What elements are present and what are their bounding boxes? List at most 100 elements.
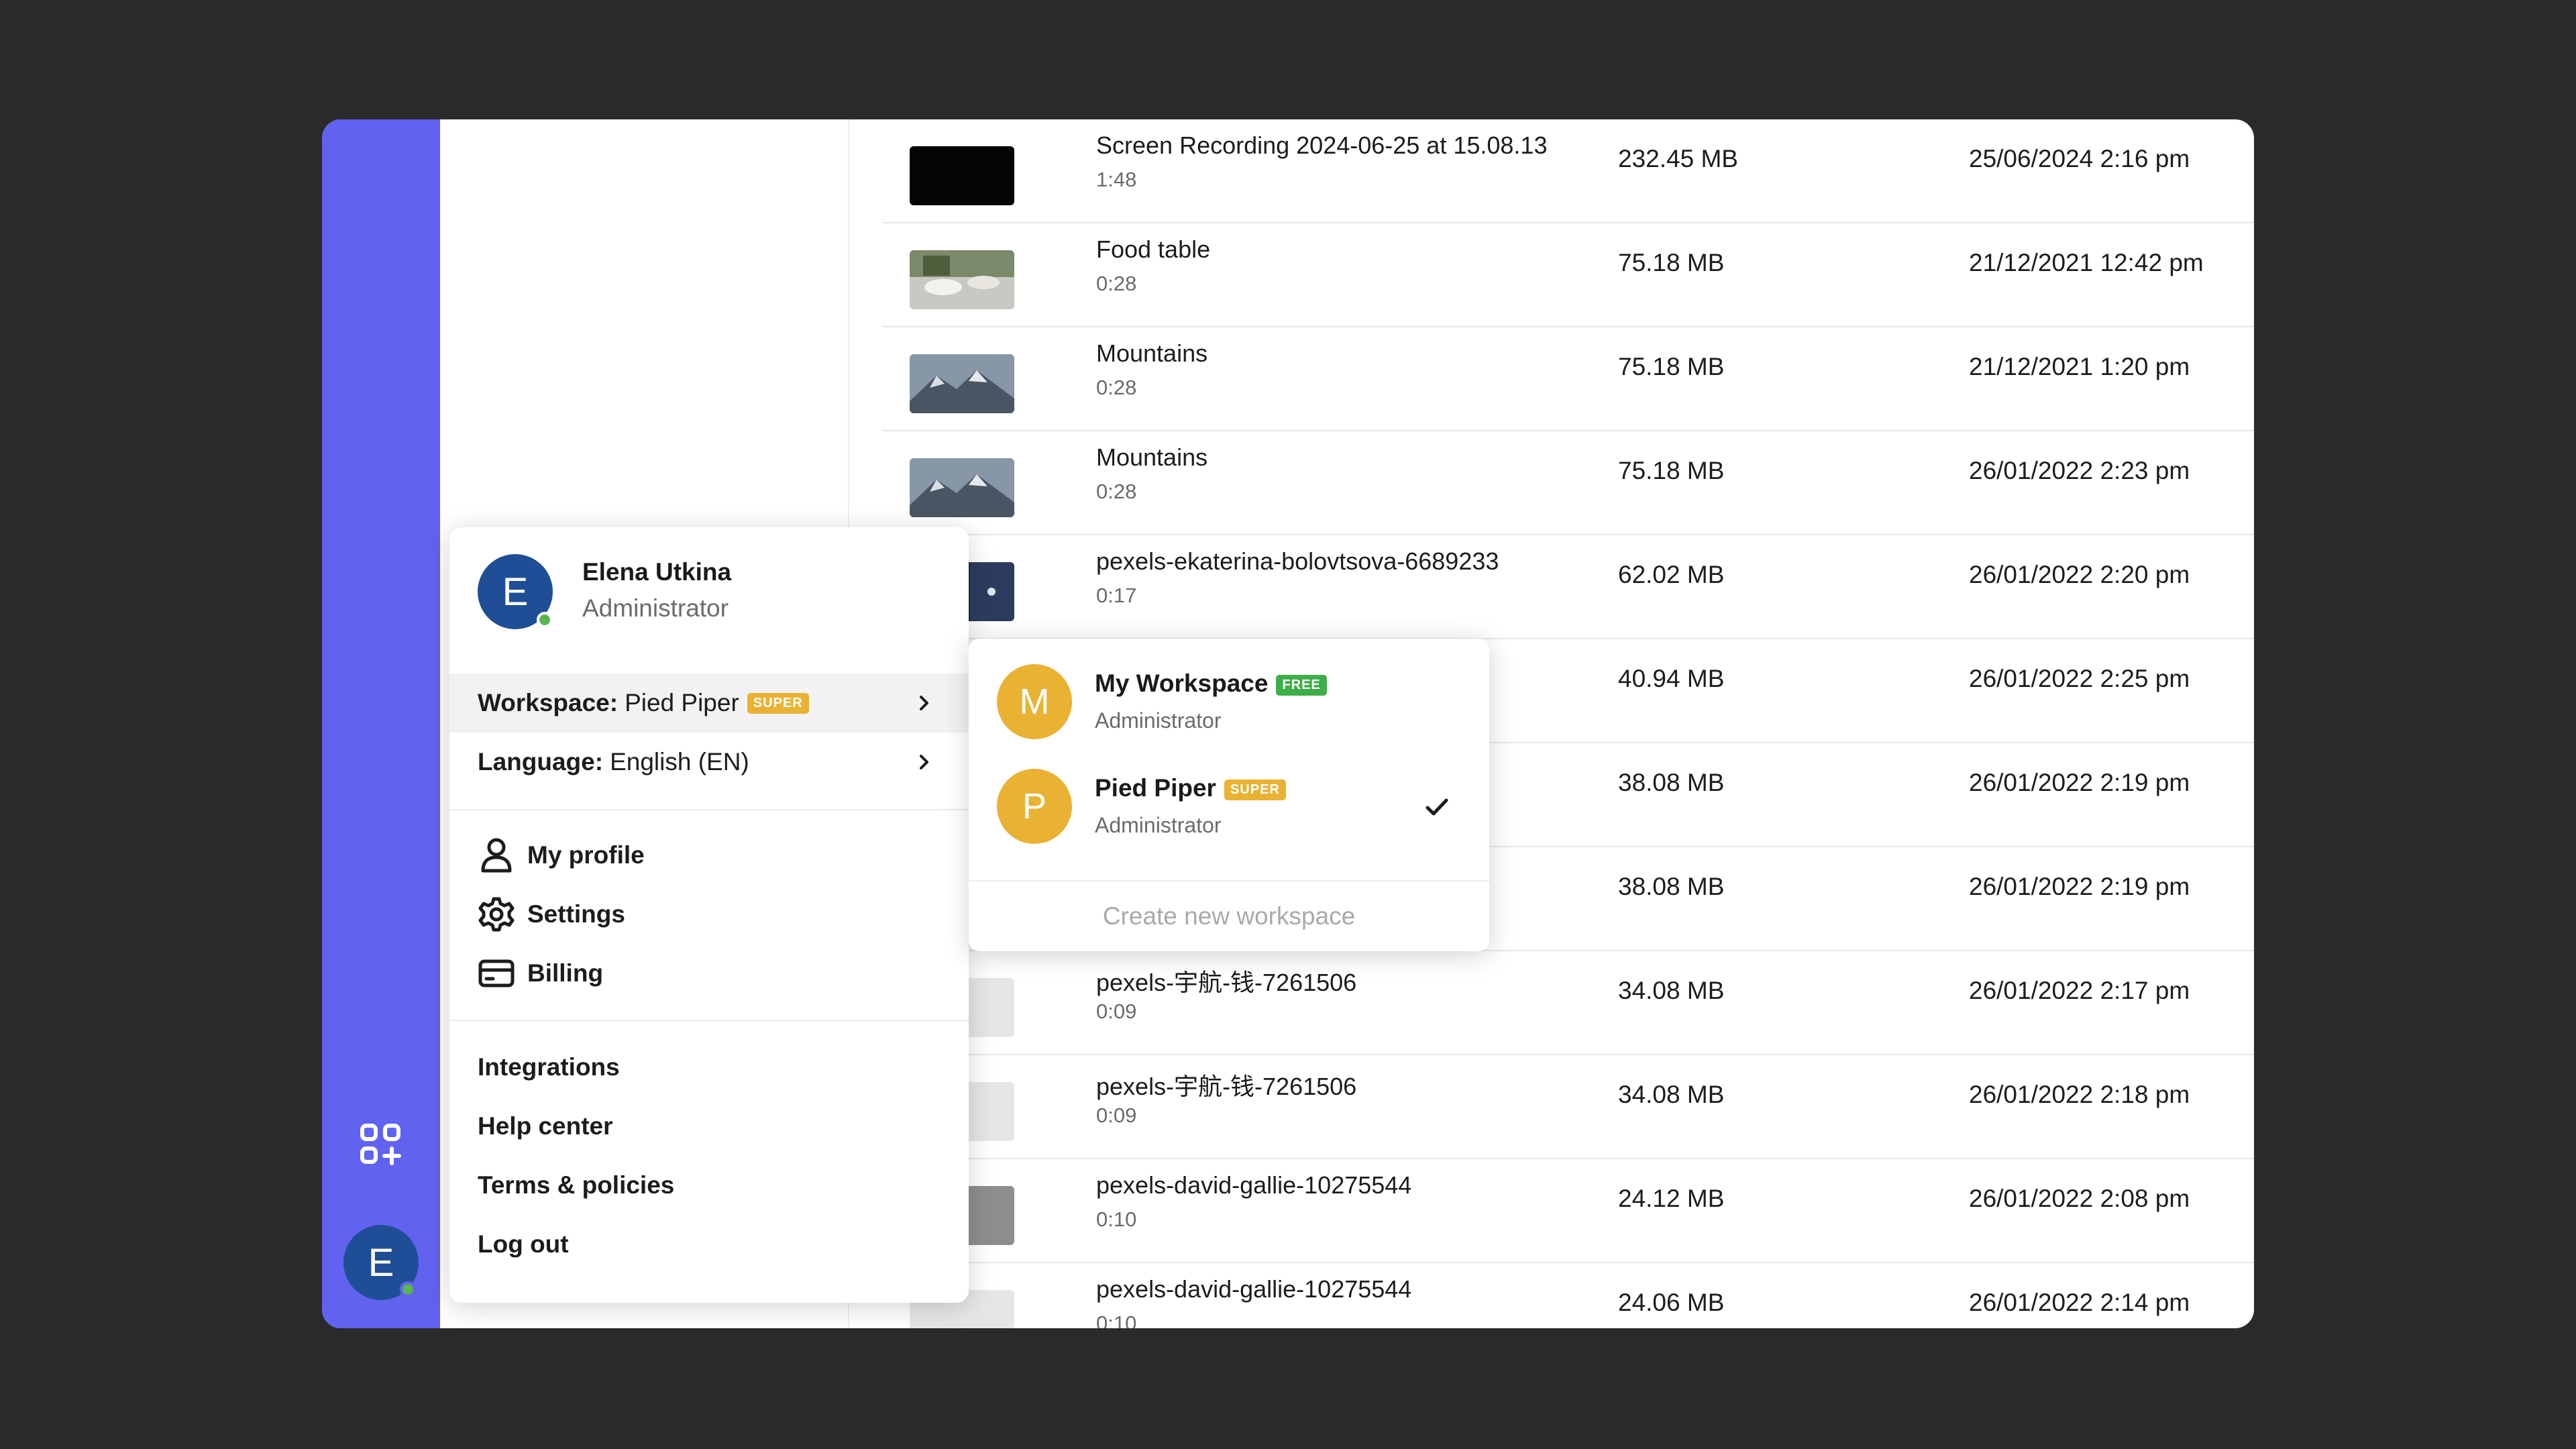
file-row[interactable]: pexels-ekaterina-bolovtsova-6689233 0:17 6… bbox=[883, 535, 2254, 639]
workspace-option[interactable]: P Pied Piper SUPER Administrator bbox=[969, 743, 1489, 848]
file-row[interactable]: Mountains 0:28 75.18 MB 21/12/2021 1:20 pm bbox=[883, 327, 2254, 431]
file-size: 40.94 MB bbox=[1618, 665, 1725, 692]
workspace-avatar: P bbox=[997, 769, 1072, 844]
file-size: 24.12 MB bbox=[1618, 1185, 1725, 1212]
file-date: 26/01/2022 2:14 pm bbox=[1969, 1289, 2190, 1316]
file-size: 34.08 MB bbox=[1618, 1081, 1725, 1108]
file-row[interactable]: pexels-david-gallie-10275544 0:10 24.06 MB… bbox=[883, 1263, 2254, 1328]
workspace-plan-badge: FREE bbox=[1276, 674, 1327, 696]
settings-label: Settings bbox=[527, 900, 625, 928]
file-row[interactable]: pexels-david-gallie-10275544 0:10 24.12 MB… bbox=[883, 1159, 2254, 1263]
file-name: pexels-david-gallie-10275544 bbox=[1096, 1171, 1412, 1199]
video-thumbnail bbox=[910, 250, 1014, 309]
menu-item-integrations[interactable]: Integrations bbox=[478, 1044, 620, 1091]
file-name: pexels-宇航-钱-7261506 bbox=[1096, 1073, 1357, 1100]
file-duration: 0:28 bbox=[1096, 272, 1137, 295]
language-value: English (EN) bbox=[610, 748, 749, 775]
menu-item-my-profile[interactable]: My profile bbox=[478, 832, 645, 879]
language-label: Language: bbox=[478, 748, 604, 775]
file-name: pexels-ekaterina-bolovtsova-6689233 bbox=[1096, 547, 1499, 575]
file-date: 26/01/2022 2:17 pm bbox=[1969, 977, 2190, 1004]
file-size: 38.08 MB bbox=[1618, 769, 1725, 796]
workspace-value: Pied Piper bbox=[625, 689, 739, 716]
checkmark-icon bbox=[1426, 798, 1448, 816]
user-icon bbox=[478, 837, 515, 874]
file-name: Mountains bbox=[1096, 339, 1208, 367]
left-rail: E bbox=[322, 119, 440, 1328]
workspace-name: Pied Piper SUPER bbox=[1095, 774, 1286, 802]
file-name: pexels-david-gallie-10275544 bbox=[1096, 1275, 1412, 1303]
workspace-option[interactable]: M My Workspace FREE Administrator bbox=[969, 639, 1489, 743]
file-date: 26/01/2022 2:18 pm bbox=[1969, 1081, 2190, 1108]
file-row[interactable]: Mountains 0:28 75.18 MB 26/01/2022 2:23 pm bbox=[883, 431, 2254, 535]
online-status-dot bbox=[537, 612, 553, 628]
menu-item-terms[interactable]: Terms & policies bbox=[478, 1162, 674, 1209]
file-date: 26/01/2022 2:20 pm bbox=[1969, 561, 2190, 588]
my-profile-label: My profile bbox=[527, 841, 645, 869]
gear-icon bbox=[478, 896, 515, 933]
create-workspace-button[interactable]: Create new workspace bbox=[969, 880, 1489, 951]
workspace-name-text: My Workspace bbox=[1095, 669, 1269, 697]
file-date: 26/01/2022 2:23 pm bbox=[1969, 457, 2190, 484]
user-role: Administrator bbox=[582, 594, 729, 622]
file-name: Mountains bbox=[1096, 443, 1208, 471]
workspace-plan-badge: SUPER bbox=[1224, 779, 1286, 800]
menu-item-help-center[interactable]: Help center bbox=[478, 1103, 613, 1150]
menu-item-logout[interactable]: Log out bbox=[478, 1221, 569, 1268]
user-menu: E Elena Utkina Administrator Workspace: … bbox=[449, 527, 969, 1303]
file-duration: 1:48 bbox=[1096, 168, 1137, 191]
file-name: Food table bbox=[1096, 235, 1211, 263]
file-date: 25/06/2024 2:16 pm bbox=[1969, 145, 2190, 172]
file-date: 21/12/2021 12:42 pm bbox=[1969, 249, 2204, 276]
chevron-right-icon bbox=[920, 755, 928, 769]
video-thumbnail bbox=[910, 458, 1014, 517]
workspace-name: My Workspace FREE bbox=[1095, 669, 1327, 698]
menu-user-avatar: E bbox=[478, 554, 553, 629]
avatar-initial: E bbox=[368, 1240, 394, 1285]
file-row[interactable]: pexels-宇航-钱-7261506 0:09 34.08 MB 26/01/202… bbox=[883, 1055, 2254, 1159]
file-date: 21/12/2021 1:20 pm bbox=[1969, 353, 2190, 380]
file-duration: 0:09 bbox=[1096, 1000, 1137, 1023]
file-size: 75.18 MB bbox=[1618, 457, 1725, 484]
file-name: pexels-宇航-钱-7261506 bbox=[1096, 969, 1357, 996]
menu-item-billing[interactable]: Billing bbox=[478, 950, 603, 997]
menu-divider bbox=[449, 809, 969, 810]
file-size: 34.08 MB bbox=[1618, 977, 1725, 1004]
user-name: Elena Utkina bbox=[582, 558, 732, 586]
file-duration: 0:10 bbox=[1096, 1208, 1137, 1231]
menu-avatar-initial: E bbox=[502, 570, 529, 614]
user-avatar[interactable]: E bbox=[343, 1225, 419, 1300]
file-name: Screen Recording 2024-06-25 at 15.08.13 bbox=[1096, 131, 1548, 159]
file-date: 26/01/2022 2:08 pm bbox=[1969, 1185, 2190, 1212]
file-duration: 0:10 bbox=[1096, 1311, 1137, 1328]
menu-divider bbox=[449, 1020, 969, 1021]
language-selector[interactable]: Language: English (EN) bbox=[449, 733, 969, 792]
file-row[interactable]: pexels-宇航-钱-7261506 0:09 34.08 MB 26/01/202… bbox=[883, 951, 2254, 1055]
file-size: 38.08 MB bbox=[1618, 873, 1725, 900]
workspace-role: Administrator bbox=[1095, 708, 1222, 733]
menu-item-settings[interactable]: Settings bbox=[478, 891, 625, 938]
file-date: 26/01/2022 2:25 pm bbox=[1969, 665, 2190, 692]
workspace-selector[interactable]: Workspace: Pied Piper SUPER bbox=[449, 674, 969, 733]
file-row[interactable]: Screen Recording 2024-06-25 at 15.08.13 1… bbox=[883, 119, 2254, 223]
file-duration: 0:09 bbox=[1096, 1104, 1137, 1127]
file-duration: 0:28 bbox=[1096, 480, 1137, 503]
apps-add-icon[interactable] bbox=[353, 1116, 409, 1173]
file-size: 62.02 MB bbox=[1618, 561, 1725, 588]
workspace-plan-badge: SUPER bbox=[747, 692, 809, 714]
file-date: 26/01/2022 2:19 pm bbox=[1969, 873, 2190, 900]
file-date: 26/01/2022 2:19 pm bbox=[1969, 769, 2190, 796]
workspace-name-text: Pied Piper bbox=[1095, 774, 1216, 802]
workspace-label: Workspace: bbox=[478, 689, 619, 716]
workspace-avatar: M bbox=[997, 664, 1072, 739]
file-size: 24.06 MB bbox=[1618, 1289, 1725, 1316]
file-row[interactable]: Food table 0:28 75.18 MB 21/12/2021 12:42 p… bbox=[883, 223, 2254, 327]
billing-label: Billing bbox=[527, 959, 604, 987]
file-size: 75.18 MB bbox=[1618, 249, 1725, 276]
file-size: 75.18 MB bbox=[1618, 353, 1725, 380]
online-status-dot bbox=[400, 1281, 416, 1297]
workspace-role: Administrator bbox=[1095, 813, 1222, 837]
credit-card-icon bbox=[478, 955, 515, 992]
chevron-right-icon bbox=[920, 696, 928, 710]
file-size: 232.45 MB bbox=[1618, 145, 1738, 172]
